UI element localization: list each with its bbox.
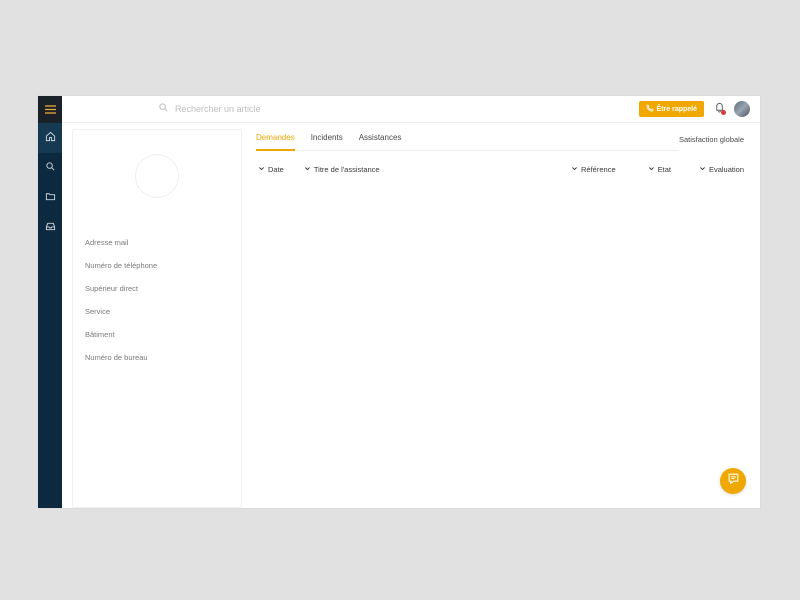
topbar: Être rappelé	[38, 96, 760, 123]
notifications-button[interactable]	[712, 102, 726, 116]
tab-incidents[interactable]: Incidents	[311, 133, 343, 144]
profile-avatar-placeholder	[135, 154, 179, 198]
menu-toggle-button[interactable]	[38, 96, 62, 123]
chat-fab[interactable]	[720, 468, 746, 494]
profile-field-office: Numéro de bureau	[85, 353, 229, 362]
satisfaction-label: Satisfaction globale	[679, 135, 744, 144]
home-icon	[45, 129, 56, 147]
hamburger-icon	[45, 101, 56, 119]
column-evaluation[interactable]: Evaluation	[699, 165, 744, 174]
search-icon	[45, 159, 56, 177]
profile-field-service: Service	[85, 307, 229, 316]
chevron-down-icon	[304, 165, 311, 174]
app-window: Être rappelé Adresse mail Numéro de télé…	[38, 96, 760, 508]
nav-home[interactable]	[38, 123, 62, 153]
chevron-down-icon	[648, 165, 655, 174]
phone-icon	[646, 104, 654, 114]
profile-field-email: Adresse mail	[85, 238, 229, 247]
profile-panel: Adresse mail Numéro de téléphone Supérie…	[72, 129, 242, 508]
column-reference[interactable]: Référence	[571, 165, 616, 174]
table-header: Date Titre de l'assistance Référence Eta…	[256, 165, 744, 174]
column-title-label: Titre de l'assistance	[314, 165, 380, 174]
inbox-icon	[45, 219, 56, 237]
column-title[interactable]: Titre de l'assistance	[304, 165, 380, 174]
profile-field-building: Bâtiment	[85, 330, 229, 339]
tabs: Demandes Incidents Assistances	[256, 133, 679, 151]
chat-icon	[727, 472, 740, 490]
nav-inbox[interactable]	[38, 213, 62, 243]
search-input[interactable]	[175, 104, 375, 114]
body: Adresse mail Numéro de téléphone Supérie…	[62, 123, 760, 508]
profile-field-manager: Supérieur direct	[85, 284, 229, 293]
column-reference-label: Référence	[581, 165, 616, 174]
nav-search[interactable]	[38, 153, 62, 183]
nav-items	[38, 123, 62, 243]
profile-fields: Adresse mail Numéro de téléphone Supérie…	[85, 238, 229, 362]
avatar[interactable]	[734, 101, 750, 117]
column-state[interactable]: Etat	[648, 165, 671, 174]
topbar-actions: Être rappelé	[639, 101, 760, 117]
main-content: Satisfaction globale Demandes Incidents …	[242, 123, 760, 508]
profile-field-phone: Numéro de téléphone	[85, 261, 229, 270]
callback-button[interactable]: Être rappelé	[639, 101, 704, 117]
tab-assistances[interactable]: Assistances	[359, 133, 402, 144]
callback-label: Être rappelé	[657, 106, 697, 113]
bell-icon	[714, 100, 725, 118]
chevron-down-icon	[571, 165, 578, 174]
search-bar[interactable]	[158, 100, 639, 118]
column-evaluation-label: Evaluation	[709, 165, 744, 174]
sidebar	[38, 96, 62, 508]
folder-icon	[45, 189, 56, 207]
column-date-label: Date	[268, 165, 284, 174]
tab-demandes[interactable]: Demandes	[256, 133, 295, 151]
notification-dot	[721, 110, 726, 115]
chevron-down-icon	[699, 165, 706, 174]
chevron-down-icon	[258, 165, 265, 174]
nav-folder[interactable]	[38, 183, 62, 213]
search-icon	[158, 100, 169, 118]
column-state-label: Etat	[658, 165, 671, 174]
column-date[interactable]: Date	[258, 165, 284, 174]
